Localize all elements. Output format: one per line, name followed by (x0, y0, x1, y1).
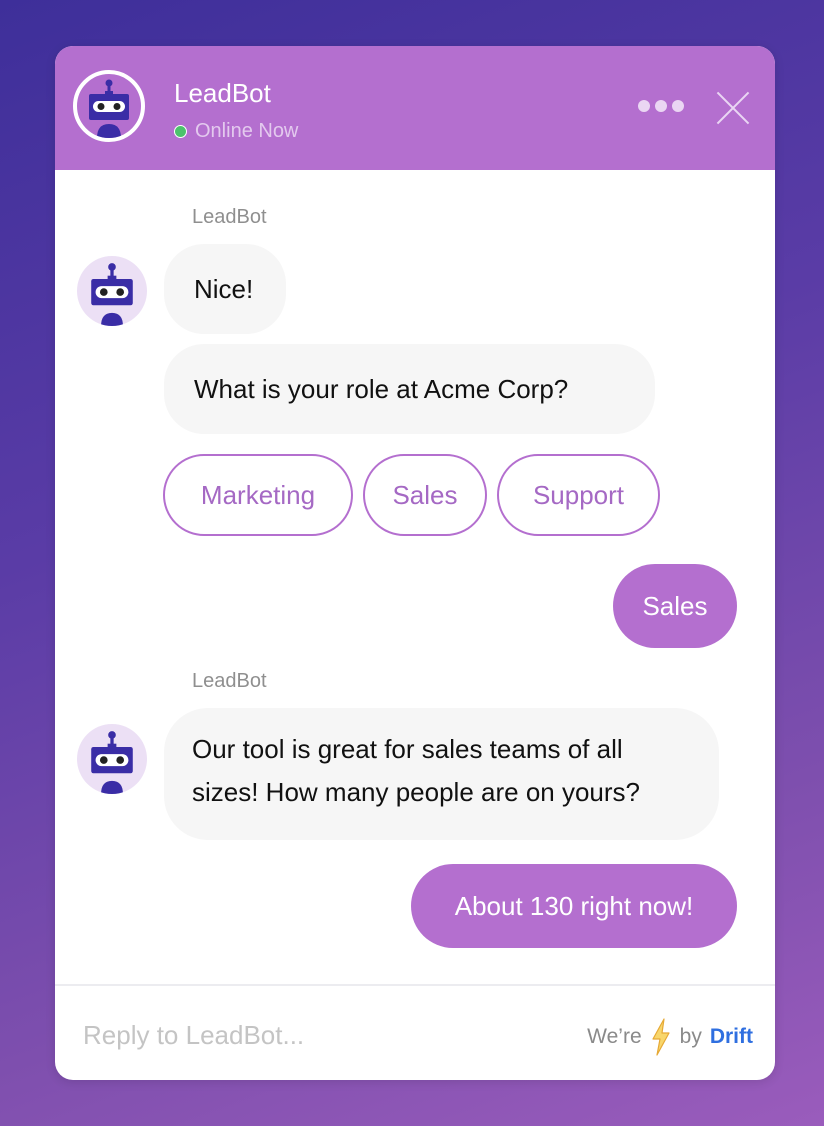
sender-label: LeadBot (192, 670, 267, 692)
status-text: Online Now (195, 120, 299, 142)
lightning-bolt-icon (652, 1018, 670, 1056)
bot-message-avatar (77, 256, 147, 326)
robot-icon (89, 79, 129, 138)
bot-name: LeadBot (174, 78, 271, 108)
chat-widget: LeadBot Online Now LeadBot Nice! What is (55, 46, 775, 1080)
conversation: LeadBot Nice! What is your role at Acme … (55, 170, 775, 986)
bot-message-line: sizes! How many people are on yours? (192, 777, 641, 807)
option-button-support[interactable]: Support (497, 454, 660, 536)
bot-message-line: Our tool is great for sales teams of all (192, 734, 623, 764)
online-dot-icon (174, 125, 187, 138)
option-button-sales[interactable]: Sales (363, 454, 487, 536)
option-button-marketing[interactable]: Marketing (163, 454, 353, 536)
bot-message-avatar (77, 724, 147, 794)
ellipsis-dot (655, 100, 667, 112)
reply-input[interactable] (81, 1010, 505, 1060)
more-options-button[interactable] (637, 94, 685, 118)
bot-avatar (73, 70, 145, 142)
ellipsis-dot (672, 100, 684, 112)
chat-footer: We’re by Drift (55, 984, 775, 1080)
close-button[interactable] (711, 88, 751, 128)
bot-message: Nice! (164, 244, 286, 334)
user-message: About 130 right now! (411, 864, 737, 948)
sender-label: LeadBot (192, 206, 267, 228)
chat-header: LeadBot Online Now (55, 46, 775, 170)
drift-link[interactable]: Drift (710, 1025, 753, 1049)
ellipsis-icon (638, 100, 650, 112)
bot-message: Our tool is great for sales teams of all… (164, 708, 719, 840)
bot-message: What is your role at Acme Corp? (164, 344, 655, 434)
powered-by-text: by (679, 1025, 702, 1048)
robot-icon (91, 263, 133, 326)
online-status: Online Now (174, 120, 298, 143)
user-message: Sales (613, 564, 737, 648)
robot-icon (91, 731, 133, 794)
powered-by-drift: We’re by Drift (587, 1018, 753, 1056)
powered-prefix: We’re (587, 1025, 642, 1048)
